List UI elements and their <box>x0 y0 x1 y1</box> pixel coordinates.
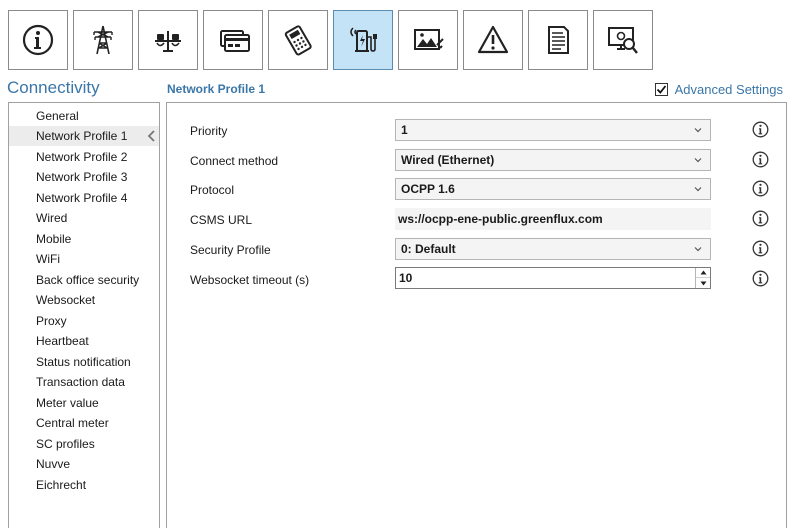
increment-button[interactable] <box>696 268 710 278</box>
documents-button[interactable] <box>528 10 588 70</box>
chevron-left-icon <box>147 130 155 142</box>
sidebar-item-network-profile-4[interactable]: Network Profile 4 <box>9 188 159 208</box>
sidebar-item-label: Network Profile 2 <box>36 150 128 164</box>
protocol-value: OCPP 1.6 <box>401 182 455 196</box>
spinner-buttons <box>695 268 710 288</box>
display-image-icon <box>414 29 444 50</box>
warnings-button[interactable] <box>463 10 523 70</box>
card-reader-icon <box>220 30 250 52</box>
section-title: Connectivity <box>7 78 100 97</box>
security-profile-label: Security Profile <box>190 243 271 257</box>
csms-url-label: CSMS URL <box>190 213 253 227</box>
priority-value: 1 <box>401 123 408 137</box>
security-profile-value: 0: Default <box>401 242 456 256</box>
settings-panel: Priority 1 Connect method Wired (Etherne… <box>166 102 787 528</box>
sidebar: General Network Profile 1 Network Profil… <box>8 102 160 528</box>
protocol-info-icon[interactable] <box>752 180 769 197</box>
info-icon <box>22 24 54 56</box>
scale-balance-icon <box>155 31 181 52</box>
sidebar-item-back-office-security[interactable]: Back office security <box>9 270 159 290</box>
sidebar-item-label: Mobile <box>36 232 72 246</box>
sidebar-item-websocket[interactable]: Websocket <box>9 290 159 310</box>
sidebar-item-label: Websocket <box>36 293 96 307</box>
sidebar-item-meter-value[interactable]: Meter value <box>9 393 159 413</box>
sidebar-item-label: Heartbeat <box>36 334 89 348</box>
priority-info-icon[interactable] <box>752 121 769 138</box>
advanced-settings-label: Advanced Settings <box>674 82 783 97</box>
decrement-button[interactable] <box>696 278 710 288</box>
sidebar-item-label: Network Profile 1 <box>36 129 128 143</box>
sidebar-item-eichrecht[interactable]: Eichrecht <box>9 475 159 495</box>
sidebar-item-central-meter[interactable]: Central meter <box>9 413 159 433</box>
sidebar-item-wired[interactable]: Wired <box>9 208 159 228</box>
security-profile-info-icon[interactable] <box>752 240 769 257</box>
sidebar-item-label: Meter value <box>36 396 99 410</box>
sidebar-item-network-profile-2[interactable]: Network Profile 2 <box>9 147 159 167</box>
checkmark-icon <box>656 85 666 94</box>
chevron-down-icon <box>694 158 702 163</box>
priority-select[interactable]: 1 <box>395 119 711 141</box>
sidebar-item-label: General <box>36 109 79 123</box>
sidebar-item-label: Eichrecht <box>36 478 87 492</box>
sidebar-item-label: Wired <box>36 211 68 225</box>
priority-label: Priority <box>190 124 228 138</box>
csms-url-info-icon[interactable] <box>752 210 769 227</box>
sidebar-item-label: Transaction data <box>36 375 125 389</box>
advanced-settings-toggle[interactable]: Advanced Settings <box>654 82 783 97</box>
chevron-down-icon <box>694 128 702 133</box>
power-grid-button[interactable] <box>73 10 133 70</box>
security-profile-select[interactable]: 0: Default <box>395 238 711 260</box>
warning-icon <box>477 25 509 54</box>
connect-method-value: Wired (Ethernet) <box>401 153 495 167</box>
sidebar-item-sc-profiles[interactable]: SC profiles <box>9 434 159 454</box>
connect-method-select[interactable]: Wired (Ethernet) <box>395 149 711 171</box>
sidebar-item-proxy[interactable]: Proxy <box>9 311 159 331</box>
chevron-down-icon <box>694 247 702 252</box>
payment-terminal-button[interactable] <box>268 10 328 70</box>
display-button[interactable] <box>398 10 458 70</box>
payment-terminal-icon <box>284 25 312 56</box>
websocket-timeout-label: Websocket timeout (s) <box>190 273 310 287</box>
websocket-timeout-info-icon[interactable] <box>752 270 769 287</box>
info-button[interactable] <box>8 10 68 70</box>
sidebar-item-nuvve[interactable]: Nuvve <box>9 454 159 474</box>
sidebar-item-label: Nuvve <box>36 457 71 471</box>
sidebar-item-label: Network Profile 4 <box>36 191 128 205</box>
protocol-select[interactable]: OCPP 1.6 <box>395 178 711 200</box>
connect-method-label: Connect method <box>190 154 279 168</box>
card-reader-button[interactable] <box>203 10 263 70</box>
sidebar-item-label: Central meter <box>36 416 109 430</box>
websocket-timeout-input[interactable]: 10 <box>395 267 711 289</box>
csms-url-field[interactable]: ws://ocpp-ene-public.greenflux.com <box>395 208 711 230</box>
sidebar-item-label: Network Profile 3 <box>36 170 128 184</box>
triangle-up-icon <box>700 270 706 275</box>
sidebar-item-heartbeat[interactable]: Heartbeat <box>9 331 159 351</box>
power-pylon-icon <box>93 25 113 55</box>
sidebar-item-network-profile-1[interactable]: Network Profile 1 <box>9 126 159 146</box>
sidebar-item-status-notification[interactable]: Status notification <box>9 352 159 372</box>
triangle-down-icon <box>700 281 706 285</box>
sidebar-item-mobile[interactable]: Mobile <box>9 229 159 249</box>
connectivity-button[interactable] <box>333 10 393 70</box>
protocol-label: Protocol <box>190 183 235 197</box>
page-title: Network Profile 1 <box>167 82 266 96</box>
document-icon <box>548 26 569 54</box>
sidebar-item-label: Back office security <box>36 273 140 287</box>
connectivity-charger-icon <box>350 27 377 52</box>
load-balancing-button[interactable] <box>138 10 198 70</box>
advanced-settings-checkbox[interactable] <box>654 83 668 96</box>
sidebar-item-transaction-data[interactable]: Transaction data <box>9 372 159 392</box>
diagnostics-button[interactable] <box>593 10 653 70</box>
sidebar-item-label: WiFi <box>36 252 60 266</box>
sidebar-item-general[interactable]: General <box>9 106 159 126</box>
websocket-timeout-value: 10 <box>399 271 413 285</box>
sidebar-item-label: Status notification <box>36 355 131 369</box>
sidebar-item-network-profile-3[interactable]: Network Profile 3 <box>9 167 159 187</box>
connect-method-info-icon[interactable] <box>752 151 769 168</box>
sidebar-item-label: Proxy <box>36 314 67 328</box>
sidebar-item-wifi[interactable]: WiFi <box>9 249 159 269</box>
monitor-search-icon <box>608 27 638 54</box>
sidebar-item-label: SC profiles <box>36 437 95 451</box>
chevron-down-icon <box>694 187 702 192</box>
